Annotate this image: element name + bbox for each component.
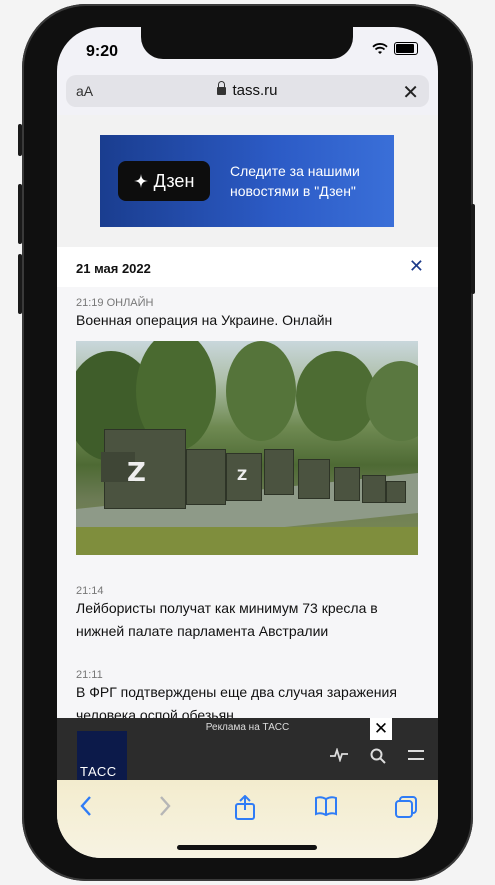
pulse-icon[interactable] <box>330 748 348 762</box>
news-headline[interactable]: Лейбористы получат как минимум 73 кресла… <box>76 597 416 643</box>
notch <box>141 27 353 59</box>
tass-ad-bar: Реклама на ТАСС ✕ ТАСС <box>57 718 438 783</box>
close-icon[interactable]: ✕ <box>370 718 392 740</box>
status-icons <box>372 42 418 55</box>
power-button <box>471 204 475 294</box>
banner-text: Следите за нашими новостями в "Дзен" <box>230 163 360 199</box>
dzen-brand: Дзен <box>153 170 195 191</box>
url-display[interactable]: tass.ru <box>66 81 429 99</box>
mute-switch <box>18 124 22 156</box>
back-icon[interactable] <box>79 795 93 817</box>
volume-up-button <box>18 184 22 244</box>
volume-down-button <box>18 254 22 314</box>
share-icon[interactable] <box>234 795 256 821</box>
address-bar[interactable]: aA tass.ru ✕ <box>66 75 429 107</box>
sparkle-icon <box>133 174 148 188</box>
tabs-icon[interactable] <box>394 795 418 819</box>
battery-icon <box>394 42 418 55</box>
feed-date: 21 мая 2022 <box>76 261 151 276</box>
news-time: 21:14 <box>76 585 104 597</box>
tass-nav-icons <box>330 748 424 764</box>
tass-logo[interactable]: ТАСС <box>77 731 127 783</box>
status-time: 9:20 <box>86 43 119 60</box>
url-text: tass.ru <box>232 82 278 99</box>
lock-icon <box>217 81 227 95</box>
news-headline[interactable]: Военная операция на Украине. Онлайн <box>76 309 416 332</box>
close-icon[interactable]: ✕ <box>409 256 424 277</box>
close-icon[interactable]: ✕ <box>402 80 419 105</box>
phone-screen: 9:20 aA tass.ru ✕ Дзен Следите за нашими <box>57 27 438 858</box>
tass-logo-text: ТАСС <box>80 764 117 779</box>
search-icon[interactable] <box>370 748 386 764</box>
dzen-logo: Дзен <box>118 161 210 201</box>
banner-area: Дзен Следите за нашими новостями в "Дзен… <box>57 115 438 247</box>
date-header: 21 мая 2022 ✕ <box>57 247 438 287</box>
news-photo[interactable]: Z Z <box>76 341 418 555</box>
news-time: 21:11 <box>76 669 103 681</box>
home-indicator <box>177 845 317 850</box>
web-content: Дзен Следите за нашими новостями в "Дзен… <box>57 115 438 723</box>
forward-icon[interactable] <box>158 795 172 817</box>
menu-icon[interactable] <box>408 748 424 762</box>
news-time: 21:19 ОНЛАЙН <box>76 297 154 309</box>
wifi-icon <box>372 42 388 54</box>
dzen-banner[interactable]: Дзен Следите за нашими новостями в "Дзен… <box>100 135 394 227</box>
bookmarks-icon[interactable] <box>314 795 338 817</box>
news-feed: 21:19 ОНЛАЙН Военная операция на Украине… <box>57 287 438 723</box>
